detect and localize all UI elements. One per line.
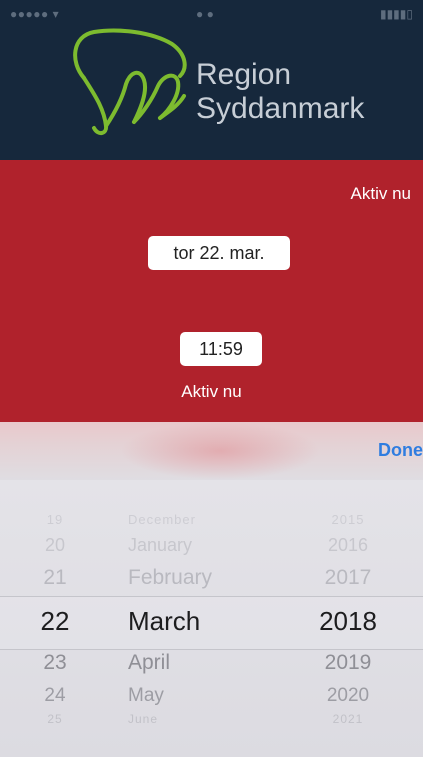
battery-icon: ▮▮▮▮▯ bbox=[379, 7, 413, 21]
month-option[interactable]: February bbox=[128, 566, 298, 590]
time-field[interactable]: 11:59 bbox=[180, 332, 262, 366]
status-panel: Aktiv nu tor 22. mar. 11:59 Aktiv nu bbox=[0, 160, 423, 422]
day-option[interactable]: 24 bbox=[0, 685, 110, 707]
carrier-signal-icon: ●●●●● ▾ bbox=[10, 7, 60, 21]
picker-toolbar: Done bbox=[0, 422, 423, 480]
day-option-selected[interactable]: 22 bbox=[0, 606, 110, 637]
screen: ●●●●● ▾ ● ● ▮▮▮▮▯ Region Syddanmark Akti… bbox=[0, 0, 423, 757]
year-wheel[interactable]: 2015 2016 2017 2018 2019 2020 2021 bbox=[298, 480, 398, 757]
clock-icon: ● ● bbox=[196, 7, 214, 21]
month-option[interactable]: April bbox=[128, 651, 298, 675]
year-option[interactable]: 2019 bbox=[298, 651, 398, 675]
header: ●●●●● ▾ ● ● ▮▮▮▮▯ Region Syddanmark bbox=[0, 0, 423, 160]
year-option[interactable]: 2017 bbox=[298, 566, 398, 590]
brand-line-1: Region bbox=[196, 58, 292, 91]
region-syddanmark-logo-icon bbox=[73, 28, 187, 135]
status-label-top: Aktiv nu bbox=[350, 184, 411, 203]
date-field[interactable]: tor 22. mar. bbox=[148, 236, 290, 270]
brand-name: Region Syddanmark bbox=[196, 58, 364, 126]
day-option[interactable]: 25 bbox=[0, 712, 110, 726]
month-option[interactable]: May bbox=[128, 685, 298, 707]
year-option[interactable]: 2015 bbox=[298, 512, 398, 527]
year-option[interactable]: 2021 bbox=[298, 712, 398, 726]
month-option[interactable]: January bbox=[128, 535, 298, 556]
done-button[interactable]: Done bbox=[378, 440, 423, 461]
year-option[interactable]: 2016 bbox=[298, 535, 398, 556]
month-option[interactable]: December bbox=[128, 512, 298, 527]
month-wheel[interactable]: December January February March April Ma… bbox=[128, 480, 298, 757]
year-option-selected[interactable]: 2018 bbox=[298, 606, 398, 637]
day-option[interactable]: 19 bbox=[0, 512, 110, 527]
year-option[interactable]: 2020 bbox=[298, 685, 398, 707]
month-option-selected[interactable]: March bbox=[128, 606, 298, 637]
day-option[interactable]: 23 bbox=[0, 651, 110, 675]
brand-line-2: Syddanmark bbox=[196, 92, 365, 125]
toolbar-backdrop bbox=[120, 422, 320, 480]
date-picker[interactable]: 19 20 21 22 23 24 25 December January Fe… bbox=[0, 480, 423, 757]
day-option[interactable]: 20 bbox=[0, 535, 110, 556]
day-wheel[interactable]: 19 20 21 22 23 24 25 bbox=[0, 480, 110, 757]
month-option[interactable]: June bbox=[128, 712, 298, 726]
day-option[interactable]: 21 bbox=[0, 566, 110, 590]
status-label-bottom: Aktiv nu bbox=[181, 382, 242, 401]
